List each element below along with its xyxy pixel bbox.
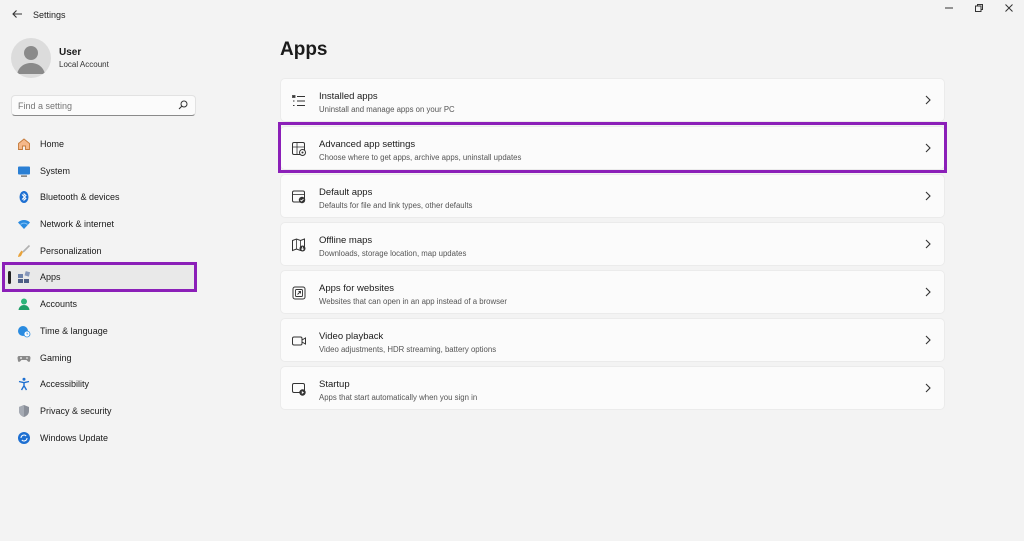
accounts-icon: [18, 298, 30, 311]
wifi-icon: [18, 220, 30, 230]
apps-highlight-box: [2, 262, 197, 292]
user-silhouette-icon: [17, 46, 45, 74]
chevron-right-icon: [925, 287, 931, 297]
chevron-right-icon: [925, 383, 931, 393]
card-apps-for-websites[interactable]: Apps for websites Websites that can open…: [280, 270, 945, 314]
card-title: Default apps: [319, 187, 373, 198]
accessibility-icon: [18, 377, 30, 391]
search-icon[interactable]: [178, 100, 188, 110]
card-description: Defaults for file and link types, other …: [319, 201, 473, 210]
startup-icon: [292, 383, 306, 396]
card-title: Offline maps: [319, 235, 373, 246]
maximize-button[interactable]: [970, 3, 988, 17]
sidebar-item-label: Bluetooth & devices: [40, 192, 120, 203]
window-title: Settings: [33, 10, 66, 20]
card-description: Downloads, storage location, map updates: [319, 249, 467, 258]
map-icon: [292, 238, 306, 252]
sidebar-item-label: Accessibility: [40, 379, 90, 390]
card-title: Video playback: [319, 331, 384, 342]
open-external-icon: [292, 286, 306, 300]
sidebar-item-bluetooth[interactable]: Bluetooth & devices: [4, 184, 196, 211]
avatar[interactable]: [11, 38, 51, 78]
sidebar-item-personalization[interactable]: Personalization: [4, 238, 196, 265]
search-input[interactable]: [18, 98, 168, 113]
sidebar-item-privacy[interactable]: Privacy & security: [4, 398, 196, 425]
home-icon: [18, 138, 30, 150]
default-apps-icon: [292, 190, 306, 204]
card-title: Apps for websites: [319, 283, 394, 294]
sidebar-item-gaming[interactable]: Gaming: [4, 345, 196, 372]
close-icon: [1005, 4, 1013, 12]
sidebar-item-label: Privacy & security: [40, 405, 112, 416]
brush-icon: [18, 244, 31, 257]
sidebar-item-network[interactable]: Network & internet: [4, 211, 196, 238]
card-description: Websites that can open in an app instead…: [319, 297, 507, 306]
sidebar-item-label: Accounts: [40, 299, 78, 310]
card-startup[interactable]: Startup Apps that start automatically wh…: [280, 366, 945, 410]
page-title: Apps: [280, 39, 328, 60]
close-button[interactable]: [1000, 3, 1018, 17]
card-description: Apps that start automatically when you s…: [319, 393, 478, 402]
card-description: Uninstall and manage apps on your PC: [319, 105, 455, 114]
sidebar-item-time-language[interactable]: Time & language: [4, 318, 196, 345]
card-description: Video adjustments, HDR streaming, batter…: [319, 345, 497, 354]
sidebar-item-label: Network & internet: [40, 219, 115, 230]
minimize-button[interactable]: [940, 3, 958, 17]
bluetooth-icon: [19, 191, 29, 204]
chevron-right-icon: [925, 335, 931, 345]
video-icon: [292, 336, 306, 346]
sidebar-item-label: Personalization: [40, 245, 102, 256]
user-name: User: [59, 47, 82, 58]
chevron-right-icon: [925, 239, 931, 249]
globe-clock-icon: [18, 325, 31, 338]
back-button[interactable]: [8, 8, 26, 24]
search-box[interactable]: [11, 95, 196, 116]
restore-icon: [975, 4, 983, 12]
back-arrow-icon: [12, 10, 22, 18]
chevron-right-icon: [925, 95, 931, 105]
sidebar-item-label: Time & language: [40, 325, 108, 336]
sidebar-item-label: System: [40, 165, 71, 176]
sidebar-item-label: Windows Update: [40, 432, 109, 443]
sidebar-item-system[interactable]: System: [4, 158, 196, 185]
system-icon: [18, 166, 30, 177]
card-default-apps[interactable]: Default apps Defaults for file and link …: [280, 174, 945, 218]
update-icon: [18, 431, 30, 444]
card-video-playback[interactable]: Video playback Video adjustments, HDR st…: [280, 318, 945, 362]
title-bar: Settings: [0, 0, 1024, 32]
gamepad-icon: [17, 355, 31, 362]
card-title: Installed apps: [319, 91, 378, 102]
advanced-app-settings-highlight-box: [278, 122, 947, 173]
sidebar-item-label: Home: [40, 139, 65, 149]
sidebar-item-label: Gaming: [40, 352, 72, 363]
card-title: Startup: [319, 379, 350, 390]
sidebar-item-accessibility[interactable]: Accessibility: [4, 371, 196, 398]
sidebar-item-accounts[interactable]: Accounts: [4, 291, 196, 318]
sidebar-item-home[interactable]: Home: [4, 131, 196, 158]
list-icon: [292, 95, 305, 107]
shield-icon: [19, 404, 29, 417]
chevron-right-icon: [925, 191, 931, 201]
card-offline-maps[interactable]: Offline maps Downloads, storage location…: [280, 222, 945, 266]
account-type: Local Account: [59, 60, 109, 69]
sidebar-item-windows-update[interactable]: Windows Update: [4, 425, 196, 452]
minimize-icon: [945, 7, 953, 9]
card-installed-apps[interactable]: Installed apps Uninstall and manage apps…: [280, 78, 945, 122]
